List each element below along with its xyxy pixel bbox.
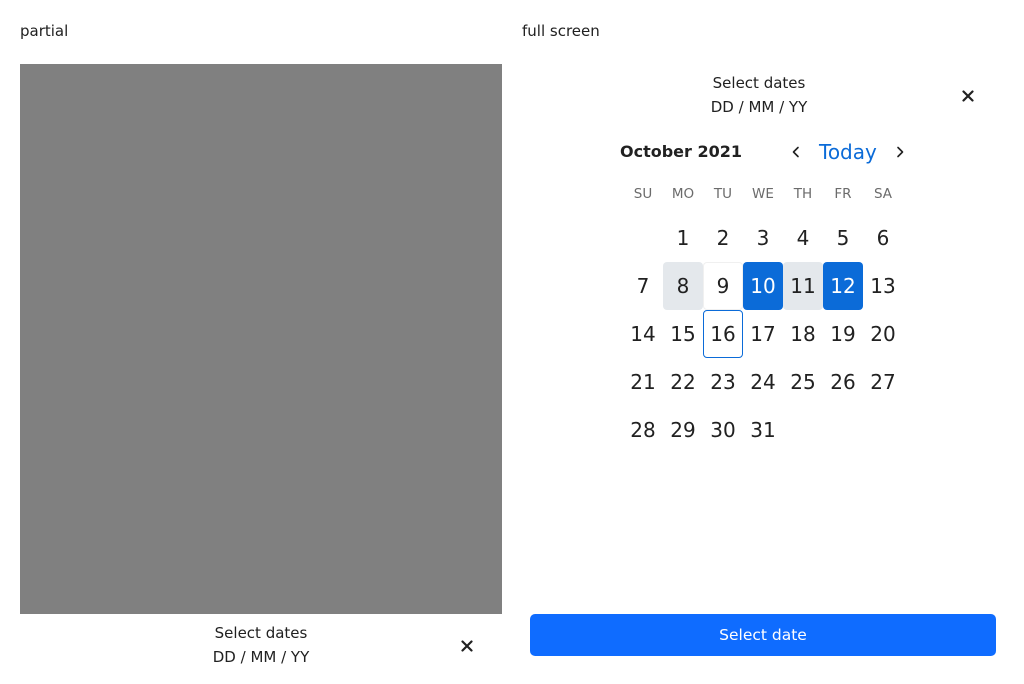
next-month-button[interactable] (888, 140, 912, 164)
previous-month-button[interactable] (784, 140, 808, 164)
weekday-header: SU MO TU WE TH FR SA (623, 186, 903, 204)
full-title: Select dates (712, 74, 806, 92)
caption-partial: partial (20, 22, 69, 40)
weekday-label: FR (834, 186, 852, 202)
calendar-day-11[interactable]: 11 (783, 262, 823, 310)
calendar-day-6[interactable]: 6 (863, 214, 903, 262)
calendar-day-21[interactable]: 21 (623, 358, 663, 406)
weekday-label: MO (671, 186, 695, 202)
calendar-day-18[interactable]: 18 (783, 310, 823, 358)
calendar-day-29[interactable]: 29 (663, 406, 703, 454)
calendar-day-23[interactable]: 23 (703, 358, 743, 406)
calendar-day-4[interactable]: 4 (783, 214, 823, 262)
calendar-day-7[interactable]: 7 (623, 262, 663, 310)
calendar-day-15[interactable]: 15 (663, 310, 703, 358)
weekday-label: WE (752, 186, 774, 202)
partial-close-button[interactable] (455, 634, 479, 658)
full-sheet-header: Select dates DD / MM / YY (522, 64, 996, 130)
calendar-day-27[interactable]: 27 (863, 358, 903, 406)
calendar-day-9[interactable]: 9 (703, 262, 743, 310)
full-close-button[interactable] (956, 84, 980, 108)
calendar-day-25[interactable]: 25 (783, 358, 823, 406)
calendar-day-3[interactable]: 3 (743, 214, 783, 262)
calendar-day-1[interactable]: 1 (663, 214, 703, 262)
calendar-day-19[interactable]: 19 (823, 310, 863, 358)
chevron-left-icon (792, 146, 799, 158)
partial-date-format: DD / MM / YY (212, 648, 310, 666)
close-icon (461, 640, 473, 652)
full-date-format: DD / MM / YY (710, 98, 808, 116)
calendar-day-14[interactable]: 14 (623, 310, 663, 358)
calendar-day-13[interactable]: 13 (863, 262, 903, 310)
calendar-day-24[interactable]: 24 (743, 358, 783, 406)
weekday-label: TU (713, 186, 733, 202)
weekday-label: TH (793, 186, 813, 202)
today-button[interactable]: Today (819, 140, 877, 164)
calendar-day-28[interactable]: 28 (623, 406, 663, 454)
calendar-day-2[interactable]: 2 (703, 214, 743, 262)
calendar-day-10[interactable]: 10 (743, 262, 783, 310)
calendar-day-8[interactable]: 8 (663, 262, 703, 310)
calendar-day-26[interactable]: 26 (823, 358, 863, 406)
caption-full-screen: full screen (522, 22, 600, 40)
calendar-day-31[interactable]: 31 (743, 406, 783, 454)
month-title: October 2021 (620, 142, 743, 161)
calendar-day-16[interactable]: 16 (703, 310, 743, 358)
calendar-day-30[interactable]: 30 (703, 406, 743, 454)
calendar-day-5[interactable]: 5 (823, 214, 863, 262)
partial-title: Select dates (214, 624, 308, 642)
backdrop-overlay[interactable] (20, 64, 502, 614)
partial-sheet-header: Select dates DD / MM / YY (20, 614, 502, 684)
weekday-label: SA (873, 186, 893, 202)
weekday-label: SU (633, 186, 653, 202)
select-date-button[interactable]: Select date (530, 614, 996, 656)
calendar-day-17[interactable]: 17 (743, 310, 783, 358)
calendar-day-22[interactable]: 22 (663, 358, 703, 406)
close-icon (962, 90, 974, 102)
calendar-day-20[interactable]: 20 (863, 310, 903, 358)
calendar-day-12[interactable]: 12 (823, 262, 863, 310)
chevron-right-icon (897, 146, 904, 158)
